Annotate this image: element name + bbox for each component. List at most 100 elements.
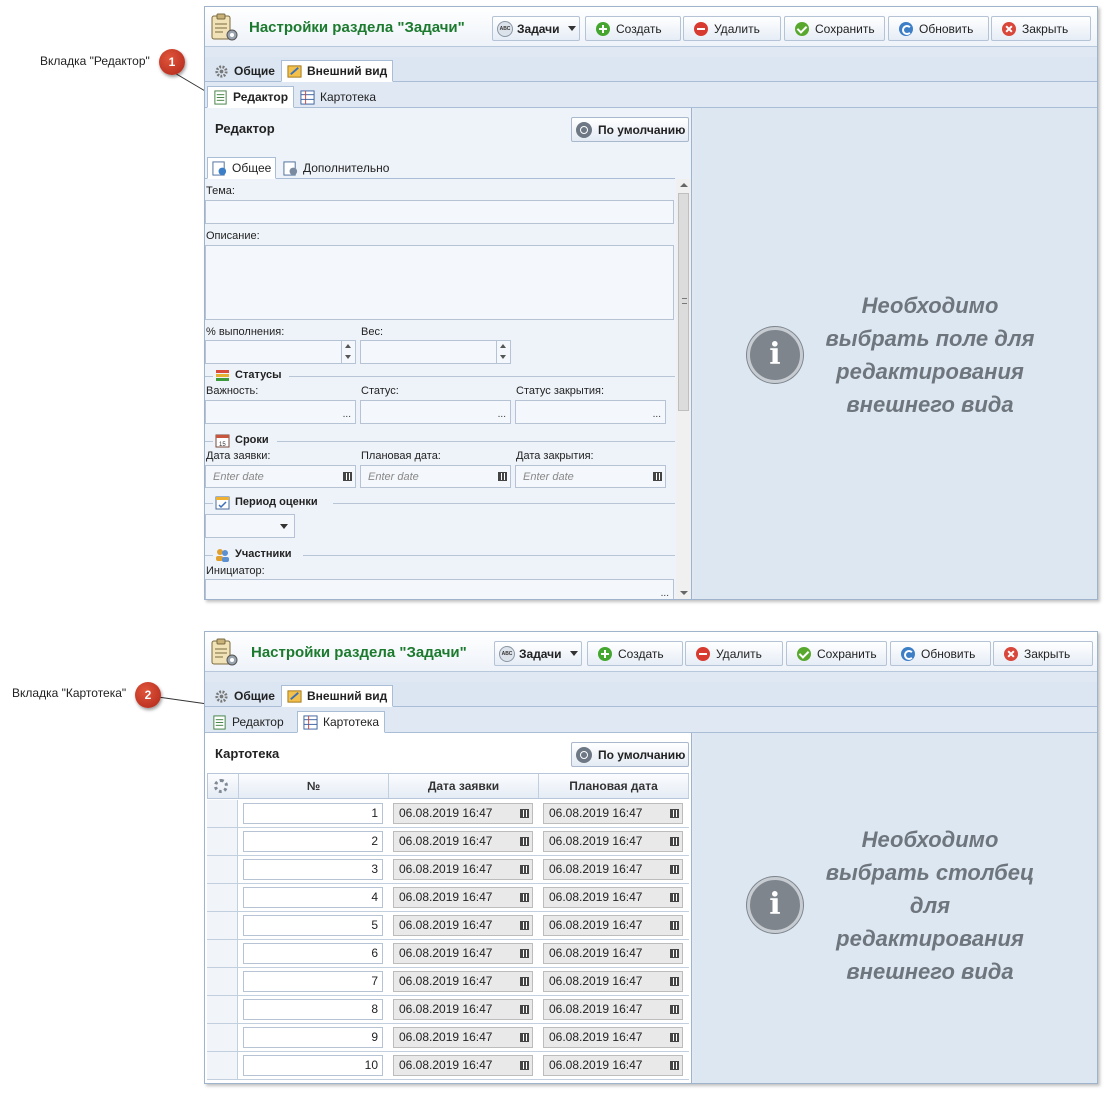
row-planned-date-cell[interactable]: 06.08.2019 16:47: [543, 999, 683, 1020]
table-row[interactable]: 1 06.08.2019 16:47 06.08.2019 16:47: [207, 800, 689, 828]
table-row[interactable]: 3 06.08.2019 16:47 06.08.2019 16:47: [207, 856, 689, 884]
request-date-input[interactable]: Enter date: [205, 465, 356, 488]
calendar-picker-icon[interactable]: [520, 949, 529, 958]
row-selector[interactable]: [207, 940, 238, 967]
row-request-date-cell[interactable]: 06.08.2019 16:47: [393, 1055, 533, 1076]
column-header-planned-date[interactable]: Плановая дата: [539, 774, 689, 798]
delete-button[interactable]: Удалить: [685, 641, 783, 666]
table-row[interactable]: 5 06.08.2019 16:47 06.08.2019 16:47: [207, 912, 689, 940]
row-request-date-cell[interactable]: 06.08.2019 16:47: [393, 1027, 533, 1048]
initiator-lookup[interactable]: ...: [205, 579, 674, 599]
scroll-up-icon[interactable]: [680, 183, 688, 187]
row-num-cell[interactable]: 8: [243, 999, 383, 1020]
ellipsis-icon[interactable]: ...: [343, 409, 351, 420]
section-dropdown[interactable]: ABC Задачи: [492, 16, 580, 41]
close-date-input[interactable]: Enter date: [515, 465, 666, 488]
close-button[interactable]: Закрыть: [993, 641, 1093, 666]
spinner-arrows-icon[interactable]: [341, 341, 355, 363]
row-num-cell[interactable]: 1: [243, 803, 383, 824]
calendar-picker-icon[interactable]: [520, 1061, 529, 1070]
calendar-picker-icon[interactable]: [670, 809, 679, 818]
row-request-date-cell[interactable]: 06.08.2019 16:47: [393, 999, 533, 1020]
importance-lookup[interactable]: ...: [205, 400, 356, 424]
row-planned-date-cell[interactable]: 06.08.2019 16:47: [543, 831, 683, 852]
default-button[interactable]: По умолчанию: [571, 117, 689, 142]
row-planned-date-cell[interactable]: 06.08.2019 16:47: [543, 971, 683, 992]
row-selector[interactable]: [207, 1052, 238, 1079]
table-row[interactable]: 6 06.08.2019 16:47 06.08.2019 16:47: [207, 940, 689, 968]
row-planned-date-cell[interactable]: 06.08.2019 16:47: [543, 887, 683, 908]
weight-stepper[interactable]: [360, 340, 511, 364]
row-request-date-cell[interactable]: 06.08.2019 16:47: [393, 803, 533, 824]
row-num-cell[interactable]: 4: [243, 887, 383, 908]
save-button[interactable]: Сохранить: [786, 641, 887, 666]
calendar-picker-icon[interactable]: [520, 1005, 529, 1014]
row-num-cell[interactable]: 3: [243, 859, 383, 880]
row-request-date-cell[interactable]: 06.08.2019 16:47: [393, 859, 533, 880]
tab-general[interactable]: Общие: [209, 685, 280, 707]
column-header-request-date[interactable]: Дата заявки: [389, 774, 539, 798]
column-settings[interactable]: [208, 774, 239, 798]
scroll-thumb[interactable]: [678, 193, 689, 411]
row-selector[interactable]: [207, 800, 238, 827]
calendar-picker-icon[interactable]: [520, 893, 529, 902]
ellipsis-icon[interactable]: ...: [661, 588, 669, 599]
row-request-date-cell[interactable]: 06.08.2019 16:47: [393, 971, 533, 992]
tab-appearance[interactable]: Внешний вид: [281, 685, 394, 707]
calendar-picker-icon[interactable]: [520, 1033, 529, 1042]
row-request-date-cell[interactable]: 06.08.2019 16:47: [393, 887, 533, 908]
row-planned-date-cell[interactable]: 06.08.2019 16:47: [543, 943, 683, 964]
tab-editor[interactable]: Редактор: [207, 86, 295, 108]
tab-cardfile[interactable]: Картотека: [295, 86, 381, 108]
delete-button[interactable]: Удалить: [683, 16, 781, 41]
calendar-picker-icon[interactable]: [670, 921, 679, 930]
row-planned-date-cell[interactable]: 06.08.2019 16:47: [543, 859, 683, 880]
calendar-picker-icon[interactable]: [520, 837, 529, 846]
refresh-button[interactable]: Обновить: [890, 641, 991, 666]
calendar-picker-icon[interactable]: [670, 949, 679, 958]
calendar-picker-icon[interactable]: [670, 1061, 679, 1070]
column-header-num[interactable]: №: [239, 774, 389, 798]
tab-general[interactable]: Общие: [209, 60, 280, 82]
tab-inner-general[interactable]: Общее: [207, 157, 277, 179]
row-planned-date-cell[interactable]: 06.08.2019 16:47: [543, 803, 683, 824]
save-button[interactable]: Сохранить: [784, 16, 885, 41]
calendar-picker-icon[interactable]: [520, 977, 529, 986]
create-button[interactable]: Создать: [585, 16, 681, 41]
period-dropdown[interactable]: [205, 514, 295, 538]
section-dropdown[interactable]: ABC Задачи: [494, 641, 582, 666]
table-row[interactable]: 7 06.08.2019 16:47 06.08.2019 16:47: [207, 968, 689, 996]
row-planned-date-cell[interactable]: 06.08.2019 16:47: [543, 1055, 683, 1076]
row-planned-date-cell[interactable]: 06.08.2019 16:47: [543, 915, 683, 936]
table-row[interactable]: 10 06.08.2019 16:47 06.08.2019 16:47: [207, 1052, 689, 1080]
table-row[interactable]: 2 06.08.2019 16:47 06.08.2019 16:47: [207, 828, 689, 856]
refresh-button[interactable]: Обновить: [888, 16, 989, 41]
description-textarea[interactable]: [205, 245, 674, 320]
tab-cardfile[interactable]: Картотека: [297, 711, 386, 733]
close-button[interactable]: Закрыть: [991, 16, 1091, 41]
table-row[interactable]: 9 06.08.2019 16:47 06.08.2019 16:47: [207, 1024, 689, 1052]
calendar-picker-icon[interactable]: [498, 472, 507, 481]
calendar-picker-icon[interactable]: [670, 837, 679, 846]
scroll-down-icon[interactable]: [680, 591, 688, 595]
calendar-picker-icon[interactable]: [520, 921, 529, 930]
editor-scrollbar[interactable]: [676, 179, 691, 599]
calendar-picker-icon[interactable]: [670, 1033, 679, 1042]
calendar-picker-icon[interactable]: [653, 472, 662, 481]
row-num-cell[interactable]: 6: [243, 943, 383, 964]
status-lookup[interactable]: ...: [360, 400, 511, 424]
calendar-picker-icon[interactable]: [670, 977, 679, 986]
calendar-picker-icon[interactable]: [520, 865, 529, 874]
close-status-lookup[interactable]: ...: [515, 400, 666, 424]
calendar-picker-icon[interactable]: [343, 472, 352, 481]
row-selector[interactable]: [207, 1024, 238, 1051]
row-selector[interactable]: [207, 856, 238, 883]
row-num-cell[interactable]: 9: [243, 1027, 383, 1048]
tab-appearance[interactable]: Внешний вид: [281, 60, 394, 82]
calendar-picker-icon[interactable]: [520, 809, 529, 818]
row-selector[interactable]: [207, 828, 238, 855]
create-button[interactable]: Создать: [587, 641, 683, 666]
ellipsis-icon[interactable]: ...: [653, 409, 661, 420]
tab-editor[interactable]: Редактор: [207, 711, 289, 733]
row-selector[interactable]: [207, 912, 238, 939]
